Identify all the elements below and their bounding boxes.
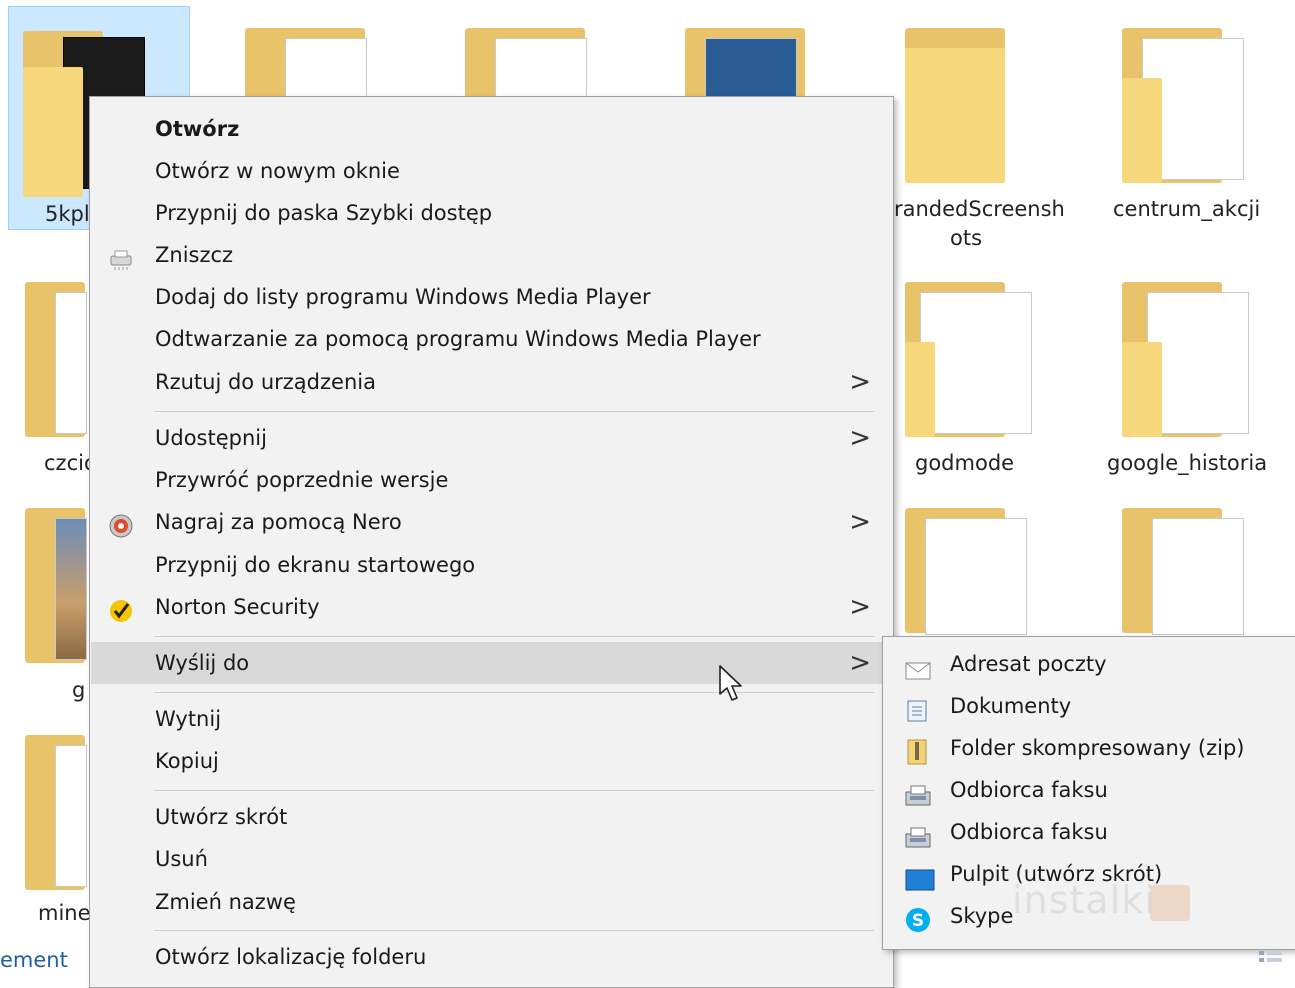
menu-item-label: Rzutuj do urządzenia [155, 370, 376, 394]
menu-item-label: Zniszcz [155, 243, 234, 267]
watermark: instalki [1012, 878, 1156, 922]
menu-item-norton-security[interactable]: Norton Security > [91, 586, 891, 628]
menu-item-label: Otwórz w nowym oknie [155, 159, 400, 183]
folder-icon[interactable] [25, 282, 95, 442]
folder-icon[interactable] [25, 508, 95, 668]
menu-item-label: Otwórz [155, 117, 240, 141]
skype-icon: S [905, 905, 930, 932]
folder-label: centrum_akcji [1113, 197, 1261, 221]
nero-icon [109, 510, 133, 538]
menu-item-add-to-wmp-list[interactable]: Dodaj do listy programu Windows Media Pl… [91, 276, 891, 318]
menu-item-label: Odtwarzanie za pomocą programu Windows M… [155, 327, 761, 351]
context-menu: Otwórz Otwórz w nowym oknie Przypnij do … [89, 96, 894, 988]
menu-item-copy[interactable]: Kopiuj [91, 740, 891, 782]
submenu-item-mail-recipient[interactable]: Adresat poczty [883, 643, 1293, 685]
menu-item-label: Utwórz skrót [155, 805, 288, 829]
documents-icon [905, 695, 929, 722]
folder-label: randedScreensh [894, 197, 1065, 221]
menu-item-restore-versions[interactable]: Przywróć poprzednie wersje [91, 459, 891, 501]
menu-item-label: Przypnij do ekranu startowego [155, 553, 476, 577]
menu-item-cut[interactable]: Wytnij [91, 698, 891, 740]
menu-item-label: Otwórz lokalizację folderu [155, 945, 427, 969]
menu-separator [154, 636, 874, 637]
folder-icon[interactable] [1122, 282, 1252, 442]
menu-item-label: Wyślij do [155, 651, 250, 675]
chevron-right-icon: > [849, 423, 871, 453]
menu-item-label: Norton Security [155, 595, 320, 619]
shredder-icon [109, 243, 133, 270]
menu-item-label: Przypnij do paska Szybki dostęp [155, 201, 493, 225]
folder-label: g [72, 678, 86, 702]
chevron-right-icon: > [849, 367, 871, 397]
folder-label: 5kpl [45, 202, 90, 226]
menu-item-open-folder-location[interactable]: Otwórz lokalizację folderu [91, 936, 891, 978]
folder-label: mine [38, 901, 91, 925]
submenu-item-label: Adresat poczty [950, 652, 1107, 676]
menu-item-pin-to-start[interactable]: Przypnij do ekranu startowego [91, 544, 891, 586]
submenu-item-label: Folder skompresowany (zip) [950, 736, 1245, 760]
menu-item-label: Przywróć poprzednie wersje [155, 468, 449, 492]
menu-item-cast-to-device[interactable]: Rzutuj do urządzenia > [91, 361, 891, 403]
menu-item-label: Usuń [155, 847, 208, 871]
folder-icon[interactable] [1122, 28, 1252, 188]
menu-item-send-to[interactable]: Wyślij do > [91, 642, 891, 684]
details-view-icon[interactable] [1258, 948, 1284, 970]
menu-item-label: Zmień nazwę [155, 890, 296, 914]
mouse-cursor-icon [718, 664, 744, 706]
watermark-logo-icon [1150, 885, 1190, 921]
submenu-item-zip-folder[interactable]: Folder skompresowany (zip) [883, 727, 1293, 769]
submenu-item-documents[interactable]: Dokumenty [883, 685, 1293, 727]
menu-item-burn-with-nero[interactable]: Nagraj za pomocą Nero > [91, 501, 891, 543]
chevron-right-icon: > [849, 648, 871, 678]
norton-icon [109, 595, 133, 622]
submenu-item-label: Odbiorca faksu [950, 820, 1108, 844]
submenu-item-label: Odbiorca faksu [950, 778, 1108, 802]
folder-label: google_historia [1107, 451, 1268, 475]
fax-icon [905, 779, 931, 806]
menu-separator [154, 930, 874, 931]
submenu-item-label: Skype [950, 904, 1014, 928]
menu-item-rename[interactable]: Zmień nazwę [91, 881, 891, 923]
mail-recipient-icon [905, 653, 931, 680]
menu-separator [154, 411, 874, 412]
folder-icon[interactable] [25, 735, 95, 895]
desktop-icon [905, 863, 935, 891]
menu-item-label: Udostępnij [155, 426, 267, 450]
menu-item-label: Dodaj do listy programu Windows Media Pl… [155, 285, 651, 309]
menu-item-share[interactable]: Udostępnij > [91, 417, 891, 459]
menu-separator [154, 692, 874, 693]
folder-label-partial: ement [0, 948, 68, 972]
folder-icon[interactable] [905, 508, 1035, 635]
menu-item-label: Kopiuj [155, 749, 219, 773]
svg-text:S: S [912, 911, 924, 931]
menu-item-label: Wytnij [155, 707, 222, 731]
chevron-right-icon: > [849, 592, 871, 622]
chevron-right-icon: > [849, 507, 871, 537]
menu-item-delete[interactable]: Usuń [91, 838, 891, 880]
menu-item-label: Nagraj za pomocą Nero [155, 510, 402, 534]
submenu-item-label: Dokumenty [950, 694, 1072, 718]
menu-item-open[interactable]: Otwórz [91, 108, 891, 150]
fax-icon [905, 821, 931, 848]
menu-item-create-shortcut[interactable]: Utwórz skrót [91, 796, 891, 838]
submenu-item-fax-recipient[interactable]: Odbiorca faksu [883, 811, 1293, 853]
menu-item-shred[interactable]: Zniszcz [91, 234, 891, 276]
folder-icon[interactable] [905, 282, 1035, 442]
folder-icon[interactable] [1122, 508, 1252, 635]
zip-folder-icon [905, 737, 929, 765]
folder-icon[interactable] [905, 28, 1035, 188]
folder-label: ots [950, 226, 983, 250]
menu-separator [154, 790, 874, 791]
menu-item-pin-quick-access[interactable]: Przypnij do paska Szybki dostęp [91, 192, 891, 234]
submenu-item-fax-recipient[interactable]: Odbiorca faksu [883, 769, 1293, 811]
menu-item-open-new-window[interactable]: Otwórz w nowym oknie [91, 150, 891, 192]
folder-label: godmode [915, 451, 1015, 475]
menu-item-play-with-wmp[interactable]: Odtwarzanie za pomocą programu Windows M… [91, 318, 891, 360]
